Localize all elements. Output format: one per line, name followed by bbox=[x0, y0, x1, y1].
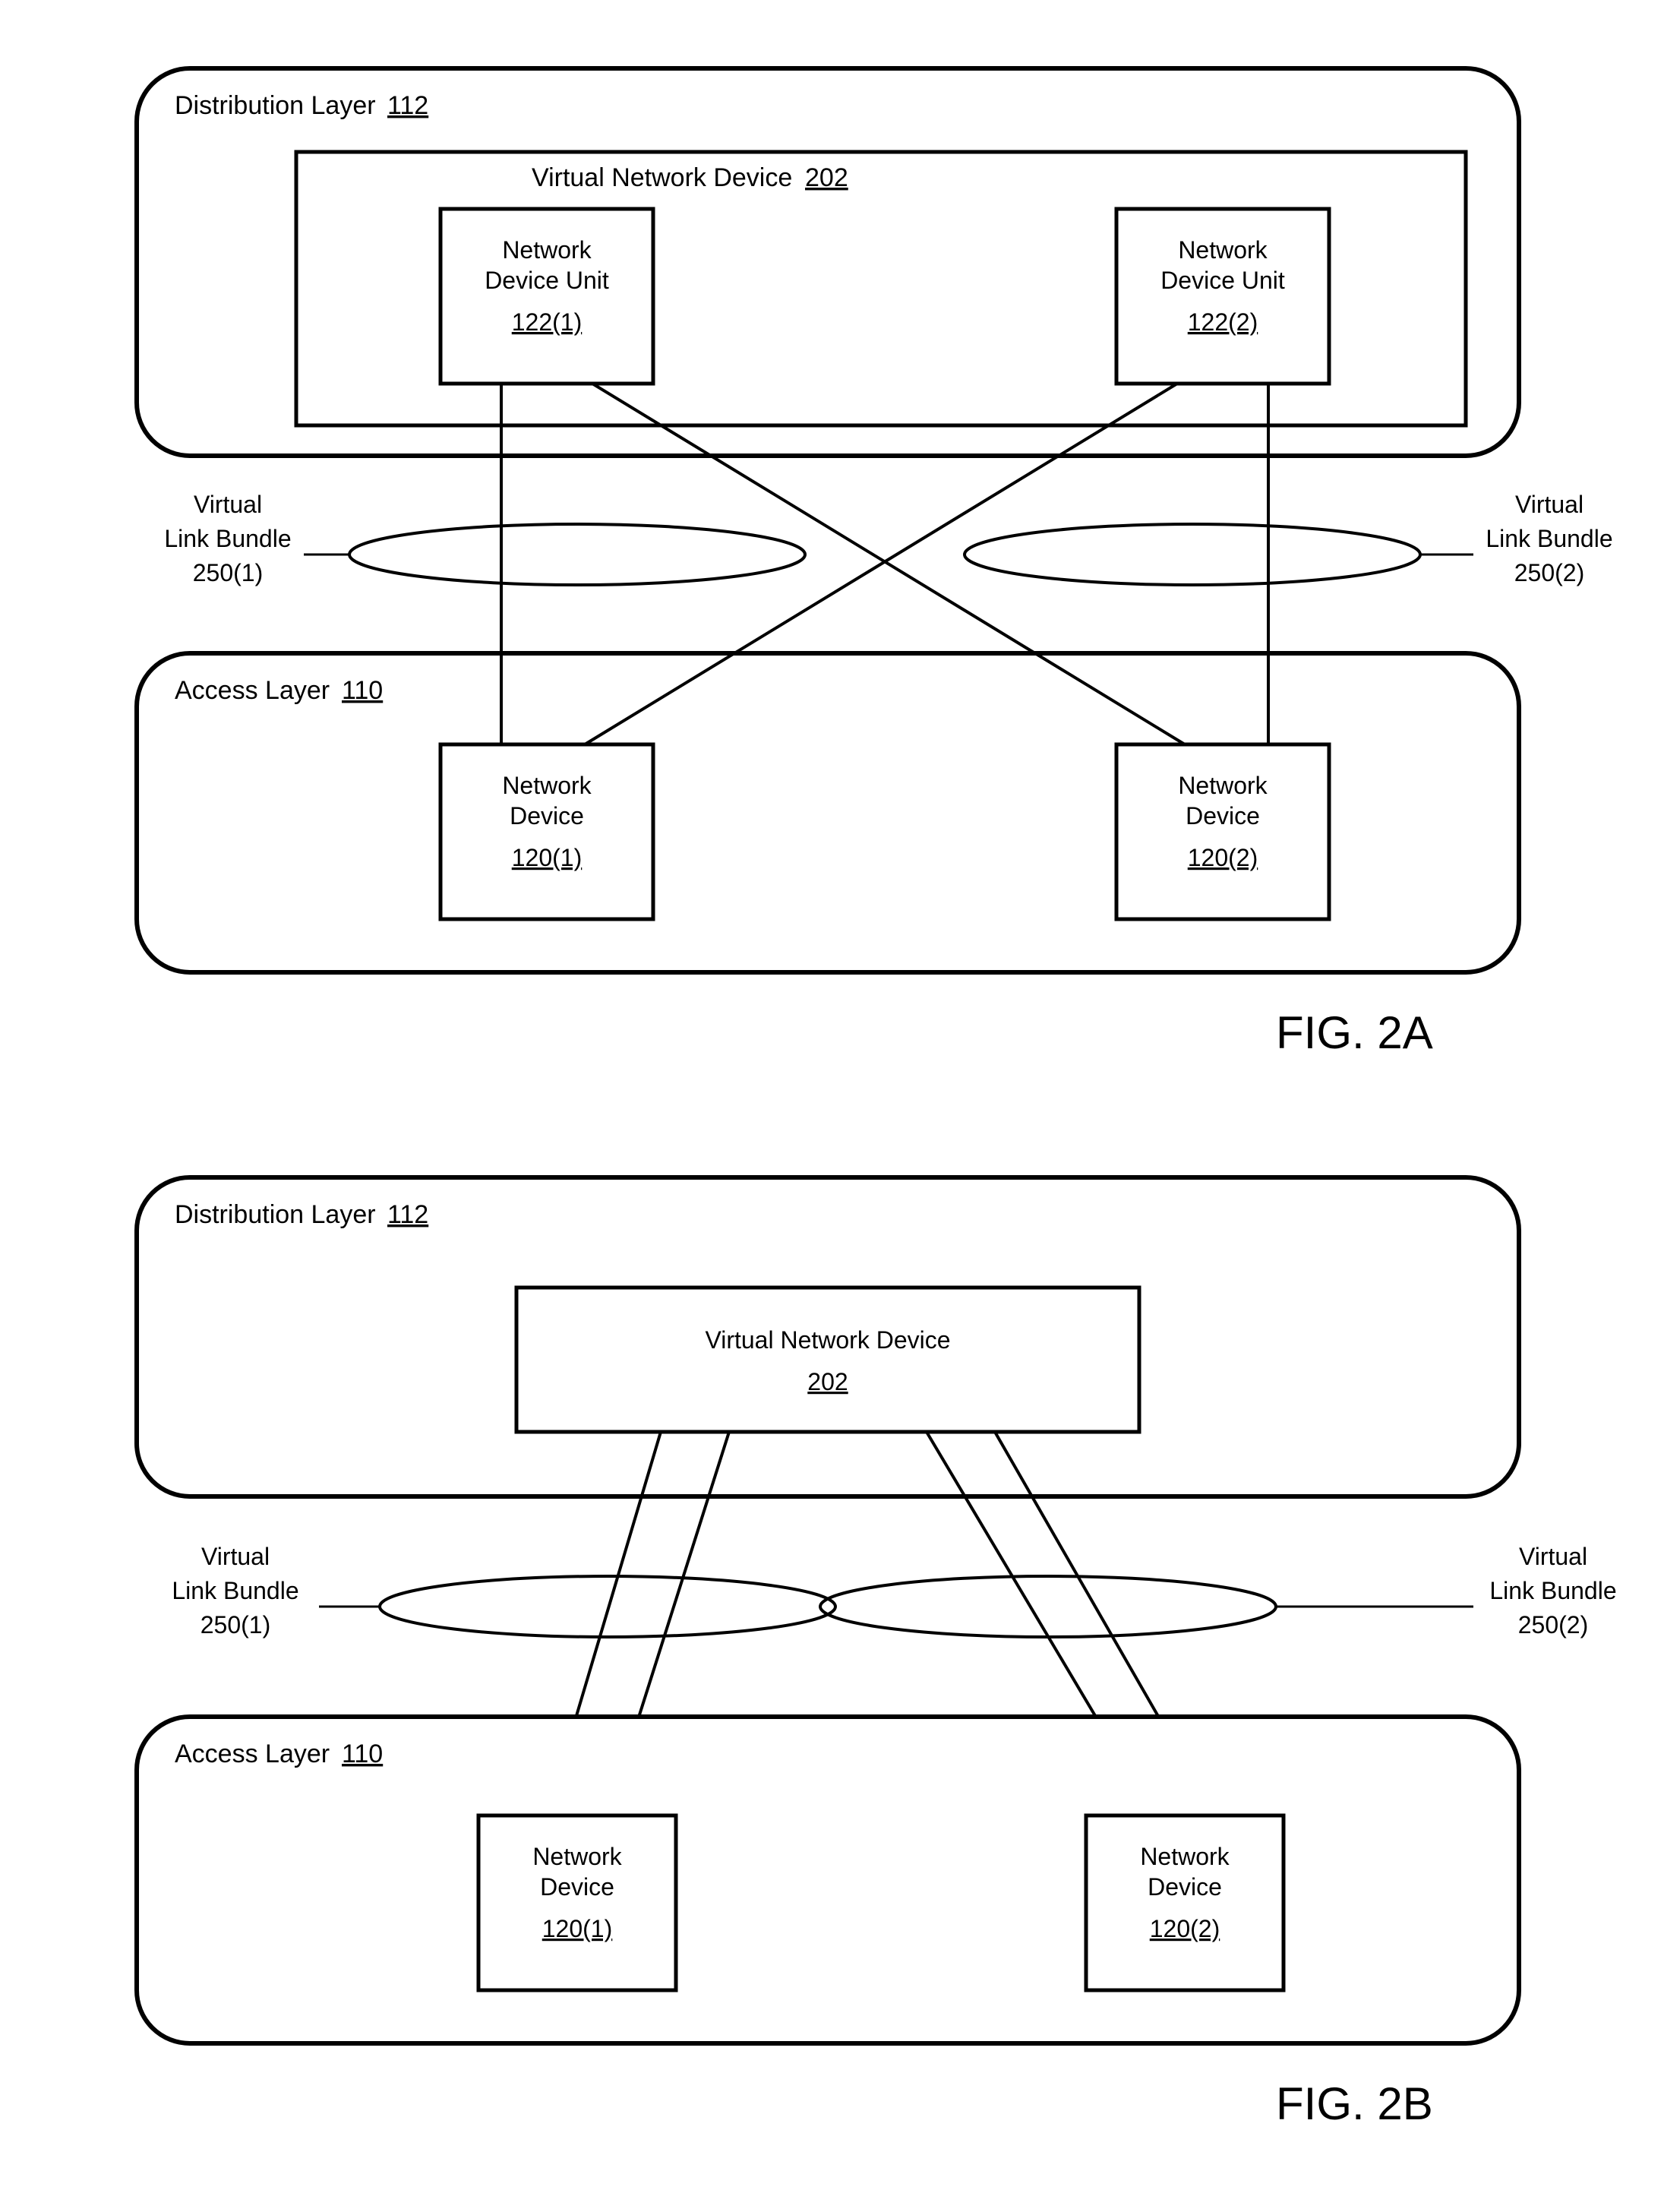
access-layer-ref: 110 bbox=[342, 676, 383, 705]
diagram-canvas: Distribution Layer 112 Virtual Network D… bbox=[0, 0, 1664, 2212]
unit-2-l2: Device Unit bbox=[1160, 267, 1285, 294]
device-1b-l1: Network bbox=[532, 1843, 622, 1870]
unit-1-l2: Device Unit bbox=[485, 267, 609, 294]
vlb-2-ref: 250(2) bbox=[1514, 559, 1585, 586]
device-1b-l2: Device bbox=[540, 1873, 614, 1901]
vlb-2-l1: Virtual bbox=[1515, 491, 1583, 518]
vnd-label: Virtual Network Device bbox=[532, 163, 792, 192]
device-1-ref: 120(1) bbox=[512, 844, 583, 871]
device-1b-ref: 120(1) bbox=[542, 1915, 613, 1942]
vnd-b-l1: Virtual Network Device bbox=[705, 1326, 950, 1354]
vlb-1-l2: Link Bundle bbox=[164, 525, 291, 552]
distribution-layer-ref: 112 bbox=[387, 91, 428, 120]
vnd-box-b bbox=[516, 1288, 1139, 1432]
unit-1-l1: Network bbox=[502, 236, 592, 264]
distribution-layer-ref-b: 112 bbox=[387, 1200, 428, 1229]
figure-2b-caption: FIG. 2B bbox=[1276, 2078, 1433, 2129]
access-layer-label-b: Access Layer bbox=[175, 1740, 330, 1768]
access-layer-label: Access Layer bbox=[175, 676, 330, 705]
device-1-l2: Device bbox=[510, 802, 584, 830]
unit-1-ref: 122(1) bbox=[512, 308, 583, 336]
device-2-l2: Device bbox=[1186, 802, 1260, 830]
device-2b-l1: Network bbox=[1140, 1843, 1230, 1870]
vlb-1b-l1: Virtual bbox=[201, 1543, 270, 1570]
vlb-1-l1: Virtual bbox=[194, 491, 262, 518]
vlb-2-l2: Link Bundle bbox=[1486, 525, 1612, 552]
vlb-1b-ref: 250(1) bbox=[201, 1611, 271, 1638]
device-2: Network Device 120(2) bbox=[1116, 744, 1329, 919]
device-2-ref: 120(2) bbox=[1188, 844, 1258, 871]
vlb-1b-l2: Link Bundle bbox=[172, 1577, 298, 1604]
access-layer-ref-b: 110 bbox=[342, 1740, 383, 1768]
device-1-b: Network Device 120(1) bbox=[478, 1815, 676, 1990]
device-2-l1: Network bbox=[1178, 772, 1268, 799]
device-2b-l2: Device bbox=[1148, 1873, 1222, 1901]
figure-2a-caption: FIG. 2A bbox=[1276, 1007, 1433, 1058]
device-1: Network Device 120(1) bbox=[440, 744, 653, 919]
unit-1: Network Device Unit 122(1) bbox=[440, 209, 653, 384]
unit-2: Network Device Unit 122(2) bbox=[1116, 209, 1329, 384]
vlb-2b-l2: Link Bundle bbox=[1489, 1577, 1616, 1604]
vlb-2b-l1: Virtual bbox=[1519, 1543, 1587, 1570]
distribution-layer-label: Distribution Layer bbox=[175, 91, 376, 120]
device-2b-ref: 120(2) bbox=[1150, 1915, 1220, 1942]
device-2-b: Network Device 120(2) bbox=[1086, 1815, 1284, 1990]
vnd-b-ref: 202 bbox=[807, 1368, 848, 1395]
vlb-1-ref: 250(1) bbox=[193, 559, 264, 586]
device-1-l1: Network bbox=[502, 772, 592, 799]
unit-2-l1: Network bbox=[1178, 236, 1268, 264]
vlb-2b-ref: 250(2) bbox=[1518, 1611, 1589, 1638]
distribution-layer-label-b: Distribution Layer bbox=[175, 1200, 376, 1229]
vnd-ref: 202 bbox=[805, 163, 848, 192]
unit-2-ref: 122(2) bbox=[1188, 308, 1258, 336]
